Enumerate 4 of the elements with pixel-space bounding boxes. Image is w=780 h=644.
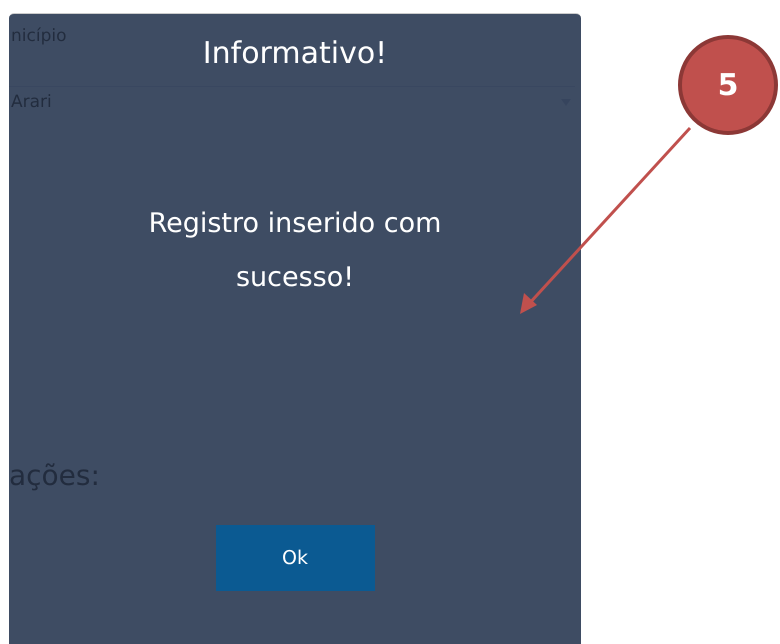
dialog-title: Informativo! xyxy=(202,36,388,71)
dialog-message: Registro inserido com sucesso! xyxy=(148,207,442,295)
ok-button[interactable]: Ok xyxy=(216,525,374,591)
step-badge: 5 xyxy=(678,35,778,135)
